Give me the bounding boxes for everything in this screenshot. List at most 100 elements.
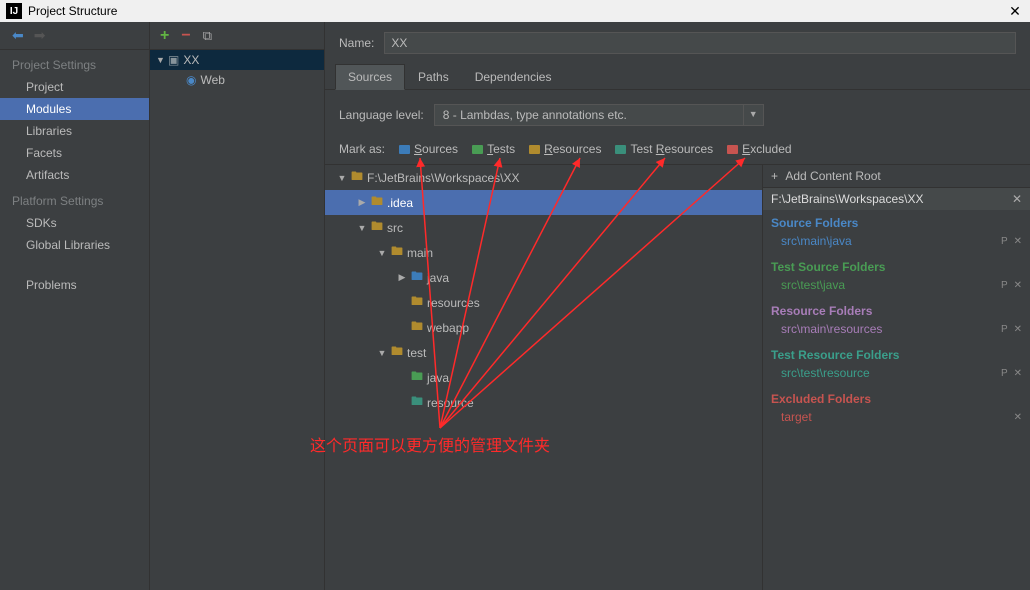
sidebar-item-problems[interactable]: Problems [0,274,149,296]
tree-row[interactable]: ▶ 🖿 java [325,265,762,290]
folder-icon [399,145,410,154]
roots-entry[interactable]: target✕ [771,409,1022,430]
tree-label: .idea [387,196,413,210]
main-panel: Name: SourcesPathsDependencies Language … [325,22,1030,590]
tab-paths[interactable]: Paths [405,64,462,89]
remove-folder-icon[interactable]: ✕ [1014,280,1022,291]
tree-row[interactable]: 🖿resource [325,390,762,415]
name-label: Name: [339,36,374,50]
roots-entry-path: src\test\java [781,278,845,292]
sidebar-item-modules[interactable]: Modules [0,98,149,120]
folder-icon: 🖿 [351,167,363,188]
sidebar-item-sdks[interactable]: SDKs [0,212,149,234]
roots-section: Source Folderssrc\main\javaP✕ [763,210,1030,254]
mark-as-test-resources[interactable]: Test Resources [615,142,713,156]
tree-row[interactable]: ▼🖿src [325,215,762,240]
tree-row[interactable]: ▶🖿.idea [325,190,762,215]
sidebar-item-facets[interactable]: Facets [0,142,149,164]
roots-section: Excluded Folderstarget✕ [763,386,1030,430]
remove-folder-icon[interactable]: ✕ [1014,236,1022,247]
content-root-path[interactable]: F:\JetBrains\Workspaces\XX ✕ [763,188,1030,210]
content-root-path-text: F:\JetBrains\Workspaces\XX [771,192,924,206]
title-bar: IJ Project Structure ✕ [0,0,1030,22]
remove-module-icon[interactable]: − [181,27,190,45]
module-name: XX [183,53,199,67]
folder-icon: 🖿 [411,317,423,338]
roots-section-title: Resource Folders [771,304,1022,321]
expand-icon[interactable]: ▼ [377,248,387,258]
mark-as-tests[interactable]: Tests [472,142,515,156]
tree-row[interactable]: 🖿java [325,365,762,390]
expand-icon[interactable]: ▼ [377,348,387,358]
mark-label: Test Resources [630,142,713,156]
module-name-input[interactable] [384,32,1016,54]
mark-as-sources[interactable]: Sources [399,142,458,156]
folder-icon: 🖿 [411,267,423,288]
tree-row[interactable]: ▼ 🖿 F:\JetBrains\Workspaces\XX [325,165,762,190]
roots-entry[interactable]: src\test\resourceP✕ [771,365,1022,386]
sidebar-item-project[interactable]: Project [0,76,149,98]
mark-label: Tests [487,142,515,156]
expand-icon[interactable]: ▶ [357,197,367,208]
remove-folder-icon[interactable]: ✕ [1014,412,1022,423]
folder-icon: 🖿 [391,342,403,363]
roots-entry-actions: P✕ [1001,324,1022,335]
add-content-root-button[interactable]: + Add Content Root [763,165,1030,188]
remove-folder-icon[interactable]: ✕ [1014,368,1022,379]
sidebar-item-global-libraries[interactable]: Global Libraries [0,234,149,256]
copy-module-icon[interactable]: ⧉ [203,28,212,44]
mark-label: Excluded [742,142,791,156]
dropdown-icon[interactable]: ▼ [744,104,764,126]
tree-label: java [427,271,449,285]
web-facet-icon: ◉ [186,73,196,87]
tree-label: main [407,246,433,260]
folder-icon: 🖿 [411,392,423,413]
tree-row[interactable]: 🖿resources [325,290,762,315]
roots-section: Test Resource Folderssrc\test\resourceP✕ [763,342,1030,386]
remove-root-icon[interactable]: ✕ [1012,192,1022,206]
edit-props-icon[interactable]: P [1001,280,1008,291]
tree-label: webapp [427,321,469,335]
mark-as-resources[interactable]: Resources [529,142,601,156]
roots-entry-path: src\main\java [781,234,852,248]
mark-label: Sources [414,142,458,156]
tab-sources[interactable]: Sources [335,64,405,90]
close-icon[interactable]: ✕ [1000,3,1030,20]
settings-sidebar: ⬅ ➡ Project SettingsProjectModulesLibrar… [0,22,150,590]
roots-section: Resource Folderssrc\main\resourcesP✕ [763,298,1030,342]
roots-entry-actions: ✕ [1014,412,1022,423]
tree-row[interactable]: ▼🖿test [325,340,762,365]
sidebar-section-header: Platform Settings [0,186,149,212]
roots-entry[interactable]: src\main\resourcesP✕ [771,321,1022,342]
edit-props-icon[interactable]: P [1001,368,1008,379]
mark-as-excluded[interactable]: Excluded [727,142,791,156]
facet-name: Web [200,73,224,87]
module-toolbar: + − ⧉ [150,22,324,50]
edit-props-icon[interactable]: P [1001,324,1008,335]
add-module-icon[interactable]: + [160,27,169,45]
expand-icon[interactable]: ▼ [337,173,347,183]
sidebar-item-artifacts[interactable]: Artifacts [0,164,149,186]
back-icon[interactable]: ⬅ [12,27,24,44]
expand-icon[interactable]: ▼ [156,55,168,65]
facet-row[interactable]: ◉ Web [150,70,324,90]
language-level-value: 8 - Lambdas, type annotations etc. [434,104,744,126]
nav-arrows: ⬅ ➡ [0,22,149,50]
plus-icon: + [771,169,781,183]
roots-entry[interactable]: src\main\java P ✕ [771,233,1022,254]
remove-folder-icon[interactable]: ✕ [1014,324,1022,335]
sidebar-section-header: Project Settings [0,50,149,76]
tree-label: resources [427,296,480,310]
tab-dependencies[interactable]: Dependencies [462,64,565,89]
forward-icon[interactable]: ➡ [34,27,46,44]
roots-entry[interactable]: src\test\java P ✕ [771,277,1022,298]
language-level-select[interactable]: 8 - Lambdas, type annotations etc. ▼ [434,104,764,126]
module-row[interactable]: ▼ ▣ XX [150,50,324,70]
sidebar-item-libraries[interactable]: Libraries [0,120,149,142]
expand-icon[interactable]: ▶ [397,272,407,283]
tree-label: F:\JetBrains\Workspaces\XX [367,171,520,185]
tree-row[interactable]: ▼🖿main [325,240,762,265]
tree-row[interactable]: 🖿 webapp [325,315,762,340]
edit-props-icon[interactable]: P [1001,236,1008,247]
expand-icon[interactable]: ▼ [357,223,367,233]
